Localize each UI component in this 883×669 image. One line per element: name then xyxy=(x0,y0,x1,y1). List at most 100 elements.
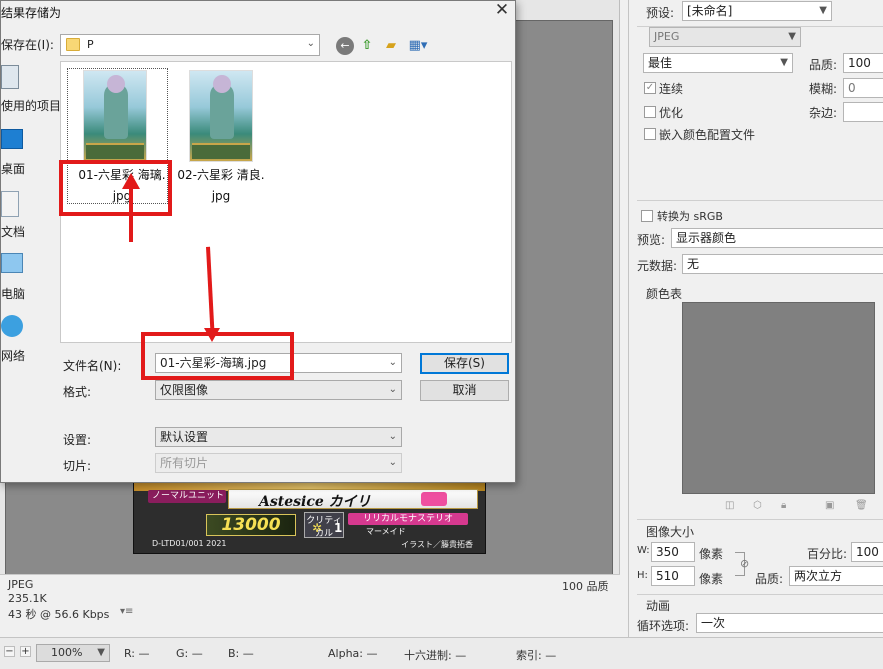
matte-input[interactable] xyxy=(843,102,883,122)
lookin-value: P xyxy=(87,38,94,51)
zoom-select[interactable]: 100% ▼ xyxy=(36,644,110,662)
chevron-down-icon: ▼ xyxy=(97,647,105,658)
progressive-checkbox[interactable]: ✓ xyxy=(644,82,656,94)
card-crit-value: 1 xyxy=(334,521,343,535)
status-hex: 十六进制: — xyxy=(404,649,467,662)
format-select[interactable]: JPEG ▼ xyxy=(649,27,801,47)
desktop-icon xyxy=(1,129,23,149)
width-unit: 像素 xyxy=(699,547,724,561)
card-illustrator: イラスト／籐貴拓香 xyxy=(401,540,473,549)
optimized-checkbox[interactable] xyxy=(644,106,656,118)
loop-label: 循环选项: xyxy=(637,619,690,633)
trash-icon[interactable]: 🗑︎ xyxy=(855,500,868,511)
file-name-line: jpg xyxy=(211,189,231,203)
height-label: H: xyxy=(637,570,648,581)
status-g: G: — xyxy=(176,647,203,660)
loop-value: 一次 xyxy=(701,616,726,630)
slices-value: 所有切片 xyxy=(160,456,209,470)
settings-label: 设置: xyxy=(63,433,92,447)
height-input[interactable]: 510 xyxy=(651,566,695,586)
lock-icon[interactable]: 🔒︎ xyxy=(781,500,786,511)
embed-profile-checkbox[interactable] xyxy=(644,128,656,140)
chevron-down-icon: ▼ xyxy=(788,31,796,42)
format-value: JPEG xyxy=(654,30,680,43)
info-menu-icon[interactable]: ▾≡ xyxy=(120,606,133,617)
convert-srgb-checkbox[interactable] xyxy=(641,210,653,222)
percent-input[interactable]: 100 xyxy=(851,542,883,562)
chevron-down-icon: ▼ xyxy=(780,57,788,68)
chevron-down-icon: ⌄ xyxy=(388,357,397,368)
folder-icon xyxy=(66,38,80,51)
place-computer[interactable]: 电脑 xyxy=(1,249,57,307)
chevron-down-icon: ▼ xyxy=(819,5,827,16)
quality-preset-select[interactable]: 最佳 ▼ xyxy=(643,53,793,73)
up-folder-icon[interactable]: ⇧ xyxy=(358,37,376,55)
file-name[interactable]: 02-六星彩 清良. jpg xyxy=(171,165,271,207)
network-icon xyxy=(1,315,23,337)
preview-label: 预览: xyxy=(637,233,666,247)
back-icon[interactable]: ← xyxy=(336,37,354,55)
card-name: Astesice カイリ xyxy=(259,494,371,510)
status-index: 索引: — xyxy=(516,649,557,662)
chevron-down-icon: ⌄ xyxy=(388,457,397,468)
place-desktop[interactable]: 桌面 xyxy=(1,125,57,183)
documents-icon xyxy=(1,191,19,217)
divider xyxy=(637,200,883,201)
map-icon[interactable]: ◫ xyxy=(725,500,734,511)
color-table[interactable] xyxy=(682,302,875,494)
metadata-select[interactable]: 无 xyxy=(682,254,883,274)
slices-select: 所有切片 ⌄ xyxy=(155,453,402,473)
preview-select[interactable]: 显示器颜色 xyxy=(671,228,883,248)
place-recent[interactable]: 使用的项目 xyxy=(1,61,61,119)
place-label: 电脑 xyxy=(1,287,26,301)
zoom-value: 100% xyxy=(51,646,83,659)
optimize-panel: 预设: [未命名] ▼ JPEG ▼ 最佳 ▼ 品质: 100 ✓ 连续 模糊: 0 … xyxy=(628,0,883,637)
percent-label: 百分比: xyxy=(807,547,848,561)
format-value: 仅限图像 xyxy=(160,383,209,397)
zoom-in-icon[interactable]: + xyxy=(20,646,31,657)
chevron-down-icon: ⌄ xyxy=(306,38,315,49)
settings-select[interactable]: 默认设置 ⌄ xyxy=(155,427,402,447)
format-select[interactable]: 仅限图像 ⌄ xyxy=(155,380,402,400)
file-thumbnail[interactable] xyxy=(83,70,147,162)
quality-input[interactable]: 100 xyxy=(843,53,883,73)
convert-srgb-label: 转换为 sRGB xyxy=(657,210,723,223)
progressive-label: 连续 xyxy=(659,82,684,96)
divider xyxy=(637,519,883,520)
save-button[interactable]: 保存(S) xyxy=(420,353,509,374)
computer-icon xyxy=(1,253,23,273)
close-icon[interactable]: ✕ xyxy=(491,0,513,20)
info-format: JPEG xyxy=(8,578,34,591)
optimized-label: 优化 xyxy=(659,106,684,120)
view-menu-icon[interactable]: ▦▾ xyxy=(405,37,431,55)
zoom-out-icon[interactable]: − xyxy=(4,646,15,657)
new-folder-icon[interactable]: ▰ xyxy=(382,37,400,55)
blur-input[interactable]: 0 xyxy=(843,78,883,98)
cancel-button[interactable]: 取消 xyxy=(420,380,509,401)
width-label: W: xyxy=(637,545,650,556)
resample-select[interactable]: 两次立方 xyxy=(789,566,883,586)
preview-value: 显示器颜色 xyxy=(676,231,737,245)
chevron-down-icon: ⌄ xyxy=(388,431,397,442)
file-thumbnail[interactable] xyxy=(189,70,253,162)
resample-value: 两次立方 xyxy=(794,569,843,583)
place-documents[interactable]: 文档 xyxy=(1,187,57,245)
format-label: 格式: xyxy=(63,385,92,399)
slices-label: 切片: xyxy=(63,459,92,473)
info-time: 43 秒 @ 56.6 Kbps xyxy=(8,608,110,621)
status-r: R: — xyxy=(124,647,150,660)
color-table-title: 颜色表 xyxy=(646,287,683,301)
loop-select[interactable]: 一次 xyxy=(696,613,883,633)
new-color-icon[interactable]: ▣ xyxy=(825,500,834,511)
info-size: 235.1K xyxy=(8,592,47,605)
lookin-select[interactable]: P ⌄ xyxy=(60,34,320,56)
settings-value: 默认设置 xyxy=(160,430,209,444)
preset-label: 预设: xyxy=(646,6,675,20)
cube-icon[interactable]: ⬡ xyxy=(753,500,762,511)
width-input[interactable]: 350 xyxy=(651,542,695,562)
place-network[interactable]: 网络 xyxy=(1,311,57,369)
preset-select[interactable]: [未命名] ▼ xyxy=(682,1,832,21)
link-icon[interactable]: ⊘ xyxy=(740,557,749,570)
arrow-down-icon xyxy=(204,328,220,342)
file-name-line: 02-六星彩 清良. xyxy=(177,168,265,182)
